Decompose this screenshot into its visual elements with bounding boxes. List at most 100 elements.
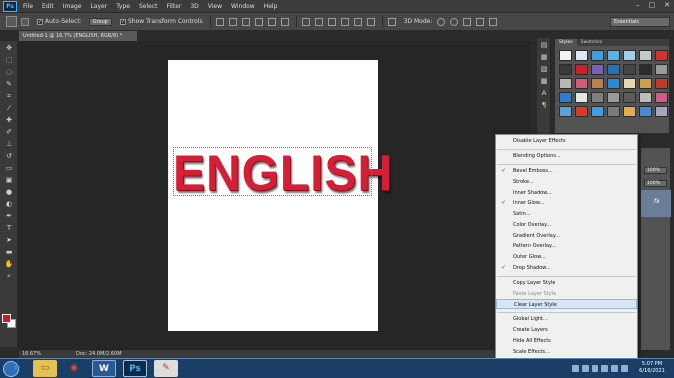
auto-select-dropdown[interactable]: Group (88, 17, 112, 26)
tool-preset-icon[interactable] (21, 17, 29, 26)
style-swatch[interactable] (639, 78, 652, 89)
ie-icon[interactable]: e (5, 360, 29, 377)
3d-roll-icon[interactable] (450, 17, 459, 26)
auto-align-icon[interactable] (387, 17, 396, 26)
move-tool-icon[interactable]: ✥ (2, 43, 16, 53)
style-swatch[interactable] (607, 64, 620, 75)
tray-icon[interactable] (572, 365, 579, 372)
distribute-4-icon[interactable] (340, 17, 349, 26)
pen-tool-icon[interactable]: ✒ (2, 211, 16, 221)
photoshop-taskbar-icon[interactable]: Ps (123, 360, 147, 377)
menu-edit[interactable]: Edit (42, 3, 54, 10)
style-swatch[interactable] (639, 92, 652, 103)
distribute-6-icon[interactable] (366, 17, 375, 26)
style-swatch[interactable] (591, 106, 604, 117)
style-swatch[interactable] (655, 50, 668, 61)
style-swatch[interactable] (623, 50, 636, 61)
style-swatch[interactable] (655, 106, 668, 117)
style-swatch[interactable] (623, 78, 636, 89)
style-swatch[interactable] (655, 64, 668, 75)
style-swatch[interactable] (607, 78, 620, 89)
layer-effects-badge[interactable]: fx (654, 198, 660, 205)
menu-item-disable-layer-effects[interactable]: Disable Layer Effects (496, 136, 637, 146)
3d-slide-icon[interactable] (476, 17, 485, 26)
gradient-tool-icon[interactable]: ▣ (2, 175, 16, 185)
canvas[interactable]: ENGLISH (168, 60, 392, 331)
shape-tool-icon[interactable]: ▬ (2, 247, 16, 257)
foreground-color-swatch[interactable] (2, 314, 11, 323)
history-icon[interactable]: ▤ (539, 41, 549, 50)
paint-icon[interactable]: ✎ (154, 360, 178, 377)
healing-brush-icon[interactable]: ✚ (2, 115, 16, 125)
menu-item-create-layers[interactable]: Create Layers (496, 325, 637, 335)
menu-select[interactable]: Select (139, 3, 158, 10)
menu-image[interactable]: Image (63, 3, 82, 10)
volume-icon[interactable] (621, 365, 628, 372)
menu-item-pattern-overlay[interactable]: Pattern Overlay... (496, 241, 637, 251)
tray-icon[interactable] (601, 365, 609, 372)
brush-panel-icon[interactable]: ▧ (539, 65, 549, 74)
move-tool-icon[interactable] (6, 16, 17, 27)
distribute-3-icon[interactable] (327, 17, 336, 26)
distribute-1-icon[interactable] (301, 17, 310, 26)
opacity-field[interactable]: 100% (644, 167, 667, 174)
transform-bounding-box[interactable] (173, 147, 372, 196)
style-swatch[interactable] (591, 78, 604, 89)
menu-item-color-overlay[interactable]: Color Overlay... (496, 220, 637, 230)
menu-help[interactable]: Help (264, 3, 278, 10)
style-swatch[interactable] (559, 50, 572, 61)
maximize-button[interactable]: □ (649, 1, 656, 9)
style-swatch[interactable] (639, 106, 652, 117)
clone-source-icon[interactable]: ▩ (539, 77, 549, 86)
menu-item-satin[interactable]: Satin... (496, 209, 637, 219)
paragraph-icon[interactable]: ¶ (539, 101, 549, 110)
menu-item-scale-effects[interactable]: Scale Effects... (496, 347, 637, 357)
style-swatch[interactable] (655, 78, 668, 89)
align-left-icon[interactable] (254, 17, 263, 26)
style-swatch[interactable] (559, 92, 572, 103)
align-right-icon[interactable] (280, 17, 289, 26)
menu-item-global-light[interactable]: Global Light... (496, 314, 637, 324)
align-vcenter-icon[interactable] (228, 17, 237, 26)
style-swatch[interactable] (607, 50, 620, 61)
crop-tool-icon[interactable]: ⌗ (2, 91, 16, 101)
history-brush-icon[interactable]: ↺ (2, 151, 16, 161)
style-swatch[interactable] (655, 92, 668, 103)
style-swatch[interactable] (591, 92, 604, 103)
menu-3d[interactable]: 3D (190, 3, 198, 10)
brush-tool-icon[interactable]: ✐ (2, 127, 16, 137)
dodge-tool-icon[interactable]: ◐ (2, 199, 16, 209)
align-hcenter-icon[interactable] (267, 17, 276, 26)
menu-file[interactable]: File (23, 3, 33, 10)
close-button[interactable]: ✕ (664, 1, 670, 9)
zoom-tool-icon[interactable]: ⌕ (2, 271, 16, 281)
quick-select-icon[interactable]: ✎ (2, 79, 16, 89)
menu-item-clear-layer-style[interactable]: Clear Layer Style (496, 299, 637, 309)
eyedropper-icon[interactable]: ⁄ (2, 103, 16, 113)
workspace-dropdown[interactable]: Essentials (610, 17, 670, 27)
3d-drag-icon[interactable] (463, 17, 472, 26)
network-icon[interactable] (611, 365, 619, 372)
eraser-tool-icon[interactable]: ▭ (2, 163, 16, 173)
style-swatch[interactable] (559, 106, 572, 117)
path-select-icon[interactable]: ➤ (2, 235, 16, 245)
fill-field[interactable]: 100% (644, 180, 667, 187)
character-icon[interactable]: A (539, 89, 549, 98)
menu-layer[interactable]: Layer (90, 3, 107, 10)
style-swatch[interactable] (623, 106, 636, 117)
align-top-icon[interactable] (215, 17, 224, 26)
type-tool-icon[interactable]: T (2, 223, 16, 233)
minimize-button[interactable]: – (636, 1, 640, 9)
document-tab[interactable]: Untitled-1 @ 16.7% (ENGLISH, RGB/8) * (19, 31, 137, 41)
style-swatch[interactable] (591, 64, 604, 75)
style-swatch[interactable] (575, 92, 588, 103)
style-swatch[interactable] (575, 64, 588, 75)
tab-styles[interactable]: Styles (555, 39, 577, 46)
style-swatch[interactable] (559, 78, 572, 89)
menu-view[interactable]: View (208, 3, 222, 10)
menu-item-copy-layer-style[interactable]: Copy Layer Style (496, 278, 637, 288)
menu-filter[interactable]: Filter (167, 3, 182, 10)
align-bottom-icon[interactable] (241, 17, 250, 26)
menu-item-gradient-overlay[interactable]: Gradient Overlay... (496, 231, 637, 241)
style-swatch[interactable] (623, 92, 636, 103)
